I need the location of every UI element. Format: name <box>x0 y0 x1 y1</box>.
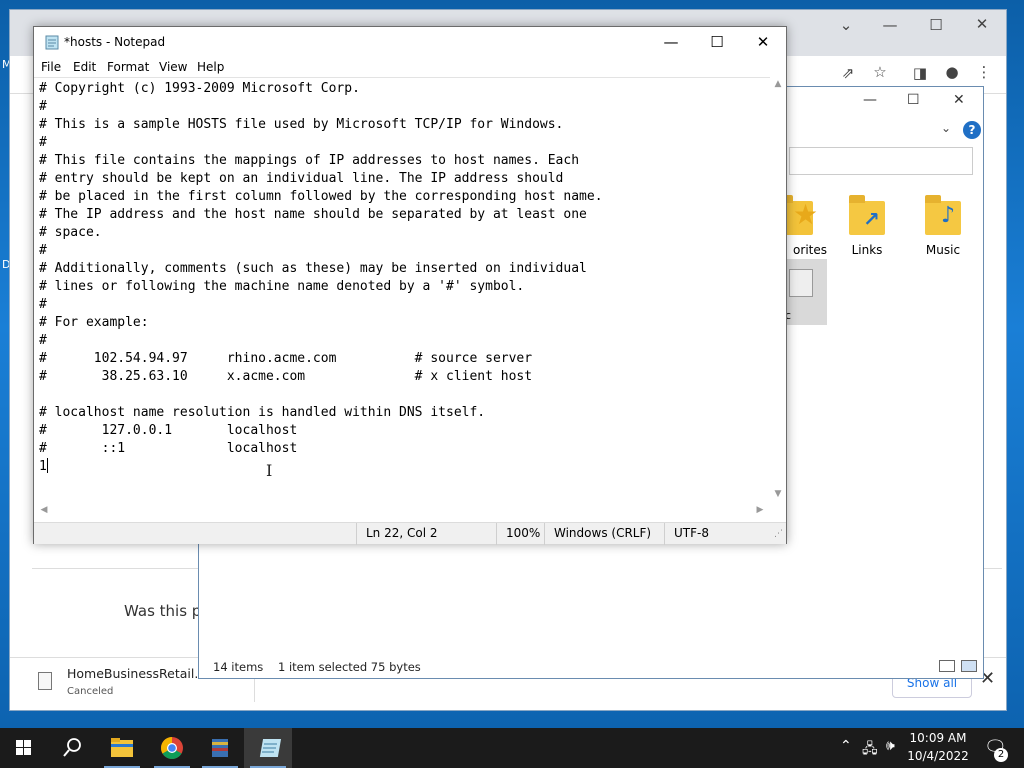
large-icons-view-icon[interactable] <box>961 660 977 672</box>
editor-line: # <box>39 297 47 312</box>
editor-line: # be placed in the first column followed… <box>39 189 603 204</box>
scroll-left-icon[interactable]: ◀ <box>36 505 52 515</box>
share-icon[interactable]: ⇗ <box>836 64 860 82</box>
menu-view[interactable]: View <box>159 60 187 74</box>
editor-line: # 127.0.0.1 localhost <box>39 423 298 438</box>
scroll-down-icon[interactable]: ▼ <box>770 489 786 499</box>
text-editor-area[interactable]: # Copyright (c) 1993-2009 Microsoft Corp… <box>34 77 770 529</box>
taskbar-archive-app[interactable] <box>196 728 244 768</box>
editor-line: # space. <box>39 225 102 240</box>
notification-count-badge: 2 <box>994 748 1008 762</box>
folder-links-icon: ↗ <box>849 195 885 237</box>
explorer-status-bar: 14 items 1 item selected 75 bytes <box>199 655 983 679</box>
search-icon <box>63 738 81 757</box>
maximize-button[interactable]: ☐ <box>694 31 740 53</box>
items-count: 14 items <box>213 660 264 674</box>
editor-line: 1 <box>39 458 48 474</box>
file-icon <box>38 672 52 690</box>
horizontal-scrollbar[interactable]: ◀ ▶ <box>34 502 770 518</box>
resize-grip-icon[interactable]: ⋰ <box>774 529 783 539</box>
help-icon[interactable]: ? <box>963 121 981 139</box>
encoding: UTF-8 <box>664 523 770 545</box>
editor-line: # ::1 localhost <box>39 441 298 456</box>
start-button[interactable] <box>0 728 48 768</box>
editor-line: # <box>39 333 47 348</box>
text-caret <box>46 458 48 473</box>
settings-file-icon <box>789 269 813 297</box>
editor-line: # The IP address and the host name shoul… <box>39 207 587 222</box>
editor-line: # For example: <box>39 315 149 330</box>
text-cursor-ibeam-icon: I <box>266 461 273 480</box>
bookmark-star-icon[interactable]: ☆ <box>868 63 892 81</box>
close-icon[interactable]: ✕ <box>970 15 994 33</box>
details-view-icon[interactable] <box>939 660 955 672</box>
scroll-up-icon[interactable]: ▲ <box>770 79 786 89</box>
selection-info: 1 item selected 75 bytes <box>278 660 421 674</box>
download-filename[interactable]: HomeBusinessRetail.img <box>67 666 203 681</box>
archive-app-icon <box>212 739 228 757</box>
minimize-icon[interactable]: — <box>863 92 877 108</box>
tab-search-chevron-icon[interactable]: ⌄ <box>834 16 858 34</box>
maximize-icon[interactable]: ☐ <box>907 92 920 108</box>
explorer-search-input[interactable] <box>789 147 973 175</box>
folder-label: Links <box>851 243 883 257</box>
download-status: Canceled <box>67 686 114 697</box>
editor-line: # 38.25.63.10 x.acme.com # x client host <box>39 369 533 384</box>
editor-line: # This file contains the mappings of IP … <box>39 153 580 168</box>
network-icon[interactable]: 🖧 <box>862 738 878 762</box>
windows-logo-icon <box>16 740 31 755</box>
side-panel-icon[interactable]: ◨ <box>908 64 932 82</box>
volume-icon[interactable]: 🕪 <box>886 738 895 754</box>
clock-date[interactable]: 10/4/2022 <box>906 749 970 763</box>
editor-line: # localhost name resolution is handled w… <box>39 405 486 420</box>
notepad-titlebar: *hosts - Notepad — ☐ ✕ <box>34 27 786 57</box>
menu-help[interactable]: Help <box>197 60 224 74</box>
minimize-icon[interactable]: — <box>878 16 902 34</box>
menu-bar: File Edit Format View Help <box>34 57 786 77</box>
search-button[interactable] <box>48 728 96 768</box>
menu-file[interactable]: File <box>41 60 61 74</box>
window-title: *hosts - Notepad <box>64 35 166 49</box>
editor-line: # entry should be kept on an individual … <box>39 171 564 186</box>
cursor-position: Ln 22, Col 2 <box>356 523 496 545</box>
editor-line: # Copyright (c) 1993-2009 Microsoft Corp… <box>39 81 360 96</box>
editor-line: # <box>39 243 47 258</box>
folder-links[interactable]: ↗ Links <box>835 195 899 257</box>
scroll-right-icon[interactable]: ▶ <box>752 505 768 515</box>
taskbar: ⌃ 🖧 🕪 10:09 AM 10/4/2022 🗨 <box>0 728 1024 768</box>
editor-line: # Additionally, comments (such as these)… <box>39 261 587 276</box>
taskbar-notepad[interactable] <box>244 728 292 768</box>
editor-line: # lines or following the machine name de… <box>39 279 525 294</box>
menu-format[interactable]: Format <box>107 60 149 74</box>
folder-music-icon: ♪ <box>925 195 961 237</box>
vertical-scrollbar[interactable]: ▲ ▼ <box>770 77 786 529</box>
clock-time[interactable]: 10:09 AM <box>906 731 970 745</box>
menu-edit[interactable]: Edit <box>73 60 96 74</box>
taskbar-file-explorer[interactable] <box>98 728 146 768</box>
close-icon[interactable]: ✕ <box>953 92 965 108</box>
editor-line: # This is a sample HOSTS file used by Mi… <box>39 117 564 132</box>
notepad-app-icon <box>45 35 59 50</box>
maximize-icon[interactable]: ☐ <box>924 16 948 34</box>
file-explorer-icon <box>111 738 133 757</box>
expand-ribbon-chevron-icon[interactable]: ⌄ <box>941 121 951 135</box>
editor-line: # <box>39 135 47 150</box>
editor-line: # 102.54.94.97 rhino.acme.com # source s… <box>39 351 533 366</box>
folder-label: Music <box>925 243 961 257</box>
notepad-status-bar: Ln 22, Col 2 100% Windows (CRLF) UTF-8 ⋰ <box>34 522 786 545</box>
show-hidden-icons-chevron-icon[interactable]: ⌃ <box>840 738 852 754</box>
taskbar-chrome[interactable] <box>148 728 196 768</box>
notepad-icon <box>259 739 282 757</box>
editor-text: # Copyright (c) 1993-2009 Microsoft Corp… <box>39 80 603 476</box>
minimize-button[interactable]: — <box>648 31 694 53</box>
close-button[interactable]: ✕ <box>740 31 786 53</box>
folder-music[interactable]: ♪ Music <box>911 195 975 257</box>
editor-line: # <box>39 99 47 114</box>
notepad-window: *hosts - Notepad — ☐ ✕ File Edit Format … <box>33 26 787 545</box>
chrome-icon <box>161 737 183 759</box>
profile-avatar-icon[interactable]: ● <box>940 63 964 81</box>
more-menu-icon[interactable]: ⋮ <box>972 63 996 81</box>
line-endings: Windows (CRLF) <box>544 523 664 545</box>
